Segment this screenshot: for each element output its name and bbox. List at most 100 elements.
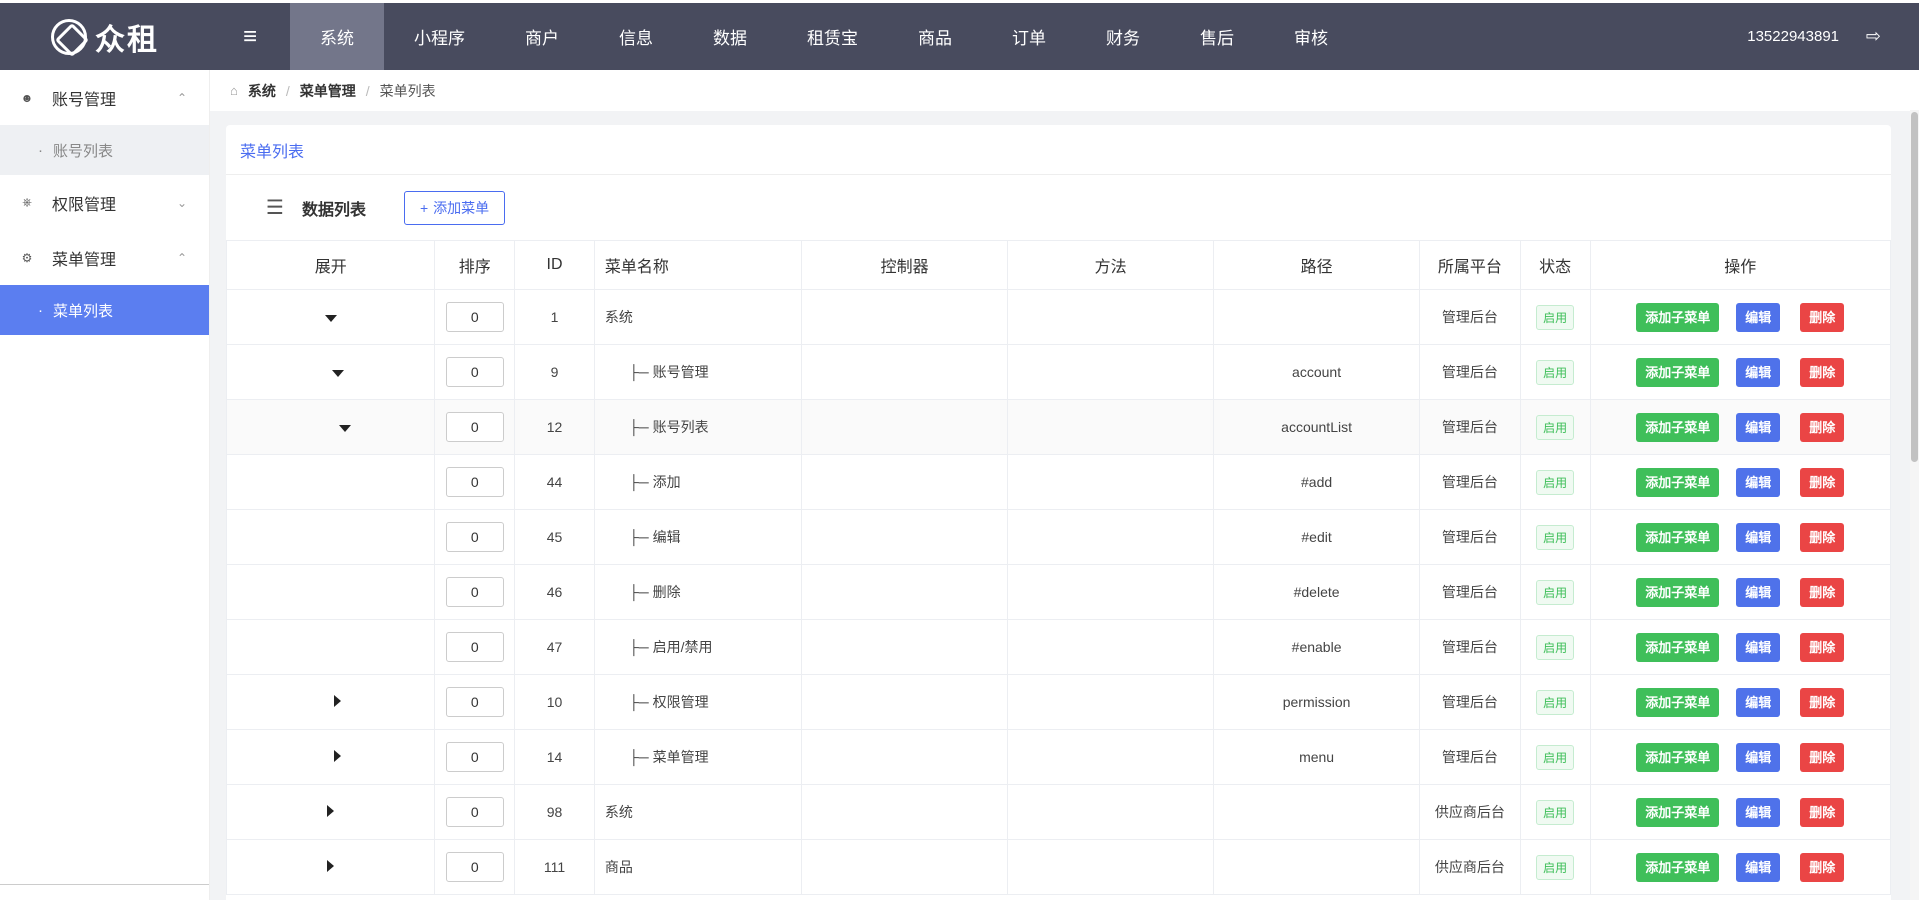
top-nav-item[interactable]: 系统 xyxy=(290,3,384,70)
add-child-menu-button[interactable]: 添加子菜单 xyxy=(1636,302,1720,332)
delete-button[interactable]: 删除 xyxy=(1800,742,1845,772)
logo[interactable]: 众租 xyxy=(0,3,210,70)
sort-input[interactable] xyxy=(445,852,504,882)
sort-input[interactable] xyxy=(445,412,504,442)
top-nav-item[interactable]: 小程序 xyxy=(384,3,495,70)
add-child-menu-button[interactable]: 添加子菜单 xyxy=(1636,467,1720,497)
menu-name-cell: 系统 xyxy=(593,289,803,345)
status-cell: 启用 xyxy=(1519,509,1591,565)
edit-button[interactable]: 编辑 xyxy=(1736,522,1781,552)
add-child-menu-button[interactable]: 添加子菜单 xyxy=(1636,797,1720,827)
logout-icon[interactable]: ⇨ xyxy=(1866,3,1881,70)
edit-button[interactable]: 编辑 xyxy=(1736,742,1781,772)
sidebar-item[interactable]: · 菜单列表 xyxy=(0,285,209,335)
menu-name-cell: ├─ 菜单管理 xyxy=(593,729,803,785)
delete-button[interactable]: 删除 xyxy=(1800,632,1845,662)
sort-input[interactable] xyxy=(445,467,504,497)
status-badge: 启用 xyxy=(1536,304,1575,330)
method-cell xyxy=(1007,564,1215,620)
column-header: ID xyxy=(514,240,595,290)
add-child-menu-button[interactable]: 添加子菜单 xyxy=(1636,412,1720,442)
menu-name: ├─ 编辑 xyxy=(628,529,681,545)
caret-right-icon[interactable] xyxy=(327,860,335,872)
delete-button[interactable]: 删除 xyxy=(1800,412,1845,442)
caret-down-icon[interactable] xyxy=(324,315,337,322)
delete-button[interactable]: 删除 xyxy=(1800,797,1845,827)
scrollbar[interactable] xyxy=(1910,110,1919,900)
add-child-menu-button[interactable]: 添加子菜单 xyxy=(1636,357,1720,387)
top-nav-item[interactable]: 商户 xyxy=(495,3,589,70)
delete-button[interactable]: 删除 xyxy=(1800,577,1845,607)
delete-button[interactable]: 删除 xyxy=(1800,357,1845,387)
status-badge: 启用 xyxy=(1536,414,1575,440)
sort-input[interactable] xyxy=(445,742,504,772)
sort-input[interactable] xyxy=(445,522,504,552)
home-icon[interactable]: ⌂ xyxy=(230,83,238,98)
gear-icon: ⚙ xyxy=(21,250,33,265)
add-child-menu-button[interactable]: 添加子菜单 xyxy=(1636,577,1720,607)
top-nav-item[interactable]: 售后 xyxy=(1170,3,1264,70)
sort-input[interactable] xyxy=(445,357,504,387)
edit-button[interactable]: 编辑 xyxy=(1736,687,1781,717)
delete-button[interactable]: 删除 xyxy=(1800,852,1845,882)
edit-button[interactable]: 编辑 xyxy=(1736,797,1781,827)
caret-right-icon[interactable] xyxy=(327,805,335,817)
sidebar: ☻ 账号管理 ⌃ · 账号列表 ⎈ 权限管理 ⌄ ⚙ 菜单管理 ⌃ · 菜单列表 xyxy=(0,70,210,900)
expand-cell xyxy=(225,509,436,565)
edit-button[interactable]: 编辑 xyxy=(1736,357,1781,387)
sidebar-group[interactable]: ☻ 账号管理 ⌃ xyxy=(0,70,209,125)
edit-button[interactable]: 编辑 xyxy=(1736,467,1781,497)
controller-cell xyxy=(801,839,1009,895)
sort-input[interactable] xyxy=(445,687,504,717)
bullet-icon: · xyxy=(38,301,43,319)
delete-button[interactable]: 删除 xyxy=(1800,302,1845,332)
caret-down-icon[interactable] xyxy=(338,425,351,432)
sort-input[interactable] xyxy=(445,577,504,607)
sidebar-group[interactable]: ⚙ 菜单管理 ⌃ xyxy=(0,230,209,285)
sort-input[interactable] xyxy=(445,632,504,662)
caret-right-icon[interactable] xyxy=(334,750,342,762)
add-child-menu-button[interactable]: 添加子菜单 xyxy=(1636,632,1720,662)
top-nav-item[interactable]: 商品 xyxy=(888,3,982,70)
edit-button[interactable]: 编辑 xyxy=(1736,302,1781,332)
breadcrumb-item-menu-manage[interactable]: 菜单管理 xyxy=(300,81,356,101)
add-child-menu-button[interactable]: 添加子菜单 xyxy=(1636,852,1720,882)
method-cell xyxy=(1007,729,1215,785)
edit-button[interactable]: 编辑 xyxy=(1736,852,1781,882)
path-cell xyxy=(1213,839,1421,895)
menu-toggle-icon[interactable]: ≡ xyxy=(210,3,290,70)
add-child-menu-button[interactable]: 添加子菜单 xyxy=(1636,522,1720,552)
delete-button[interactable]: 删除 xyxy=(1800,522,1845,552)
add-menu-button[interactable]: + 添加菜单 xyxy=(403,190,506,225)
edit-button[interactable]: 编辑 xyxy=(1736,632,1781,662)
caret-down-icon[interactable] xyxy=(331,370,344,377)
sidebar-group[interactable]: ⎈ 权限管理 ⌄ xyxy=(0,175,209,230)
sort-input[interactable] xyxy=(445,797,504,827)
top-nav-item[interactable]: 财务 xyxy=(1076,3,1170,70)
sort-input[interactable] xyxy=(445,302,504,332)
top-nav-item[interactable]: 租赁宝 xyxy=(777,3,888,70)
sidebar-item[interactable]: · 账号列表 xyxy=(0,125,209,175)
scrollbar-thumb[interactable] xyxy=(1911,112,1918,462)
edit-button[interactable]: 编辑 xyxy=(1736,412,1781,442)
actions-cell: 添加子菜单 编辑 删除 xyxy=(1589,399,1892,455)
user-phone[interactable]: 13522943891 xyxy=(1747,3,1839,70)
caret-right-icon[interactable] xyxy=(334,695,342,707)
top-nav-item[interactable]: 信息 xyxy=(589,3,683,70)
edit-button[interactable]: 编辑 xyxy=(1736,577,1781,607)
actions-cell: 添加子菜单 编辑 删除 xyxy=(1589,674,1892,730)
top-nav-item[interactable]: 数据 xyxy=(683,3,777,70)
delete-button[interactable]: 删除 xyxy=(1800,687,1845,717)
top-nav-item[interactable]: 审核 xyxy=(1264,3,1358,70)
top-nav-item[interactable]: 订单 xyxy=(982,3,1076,70)
add-child-menu-button[interactable]: 添加子菜单 xyxy=(1636,742,1720,772)
sort-cell xyxy=(434,729,516,785)
status-badge: 启用 xyxy=(1536,799,1575,825)
table-row: 44├─ 添加#add管理后台启用添加子菜单编辑删除 xyxy=(225,454,1892,510)
delete-button[interactable]: 删除 xyxy=(1800,467,1845,497)
status-cell: 启用 xyxy=(1519,674,1591,730)
path-cell: #edit xyxy=(1213,509,1421,565)
add-child-menu-button[interactable]: 添加子菜单 xyxy=(1636,687,1720,717)
breadcrumb-item-system[interactable]: 系统 xyxy=(248,81,276,101)
menu-name-cell: ├─ 权限管理 xyxy=(593,674,803,730)
